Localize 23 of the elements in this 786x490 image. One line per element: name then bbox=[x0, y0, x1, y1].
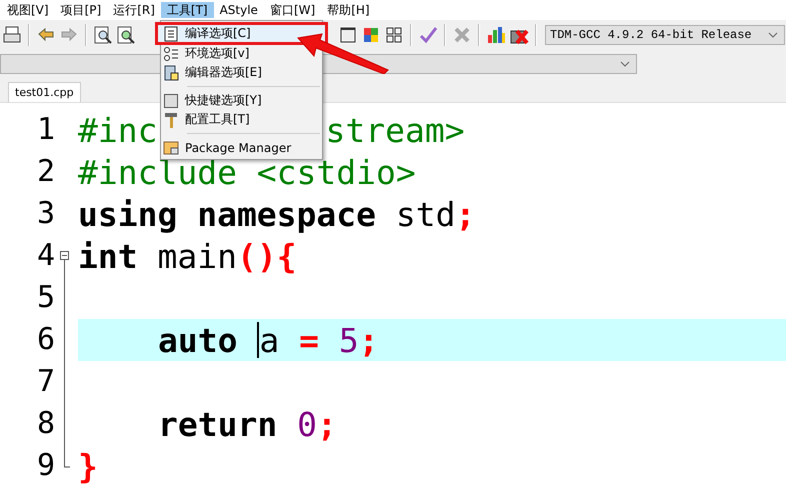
code-line: using namespace std; bbox=[78, 194, 476, 234]
code-line: a = 5; bbox=[259, 320, 379, 360]
code-line: stream> bbox=[325, 110, 465, 150]
line-number: 1 bbox=[36, 111, 55, 149]
code-line: int main(){ bbox=[78, 236, 297, 276]
line-number: 7 bbox=[36, 363, 55, 401]
line-number: 5 bbox=[36, 279, 55, 317]
line-number: 4 bbox=[36, 237, 55, 275]
menu-label: 编译选项[C] bbox=[185, 25, 251, 42]
code-line: auto bbox=[158, 320, 238, 360]
line-number: 8 bbox=[36, 405, 55, 443]
code-line: #inc bbox=[78, 110, 158, 150]
line-number: 9 bbox=[36, 447, 55, 485]
code-line: return 0; bbox=[158, 404, 337, 444]
line-number: 3 bbox=[36, 195, 55, 233]
menu-label: 环境选项[v] bbox=[185, 45, 250, 62]
menu-label: Package Manager bbox=[185, 140, 292, 154]
line-number: 2 bbox=[36, 153, 55, 191]
code-line: } bbox=[78, 446, 98, 486]
menu-label: 编辑器选项[E] bbox=[185, 64, 262, 81]
menu-label: 快捷键选项[Y] bbox=[185, 92, 262, 109]
menu-label: 配置工具[T] bbox=[185, 111, 250, 128]
line-number: 6 bbox=[36, 321, 55, 359]
